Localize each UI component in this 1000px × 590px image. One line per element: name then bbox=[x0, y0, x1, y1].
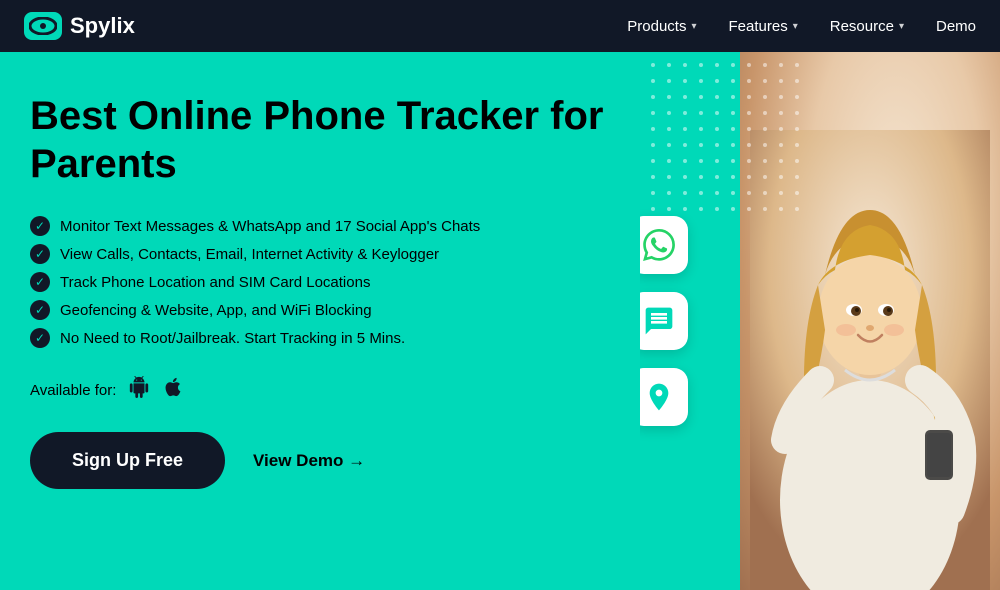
location-icon bbox=[643, 381, 675, 413]
cta-row: Sign Up Free View Demo → bbox=[30, 432, 610, 489]
check-icon: ✓ bbox=[30, 216, 50, 236]
nav-demo[interactable]: Demo bbox=[936, 18, 976, 35]
demo-link[interactable]: View Demo → bbox=[253, 451, 365, 471]
whatsapp-card bbox=[640, 216, 688, 274]
apple-icon bbox=[162, 376, 184, 404]
chevron-down-icon: ▾ bbox=[691, 21, 696, 32]
logo-text: Spylix bbox=[70, 13, 135, 39]
android-icon bbox=[128, 376, 150, 404]
feature-item: ✓ View Calls, Contacts, Email, Internet … bbox=[30, 244, 610, 264]
chevron-down-icon: ▾ bbox=[899, 21, 904, 32]
hero-features-list: ✓ Monitor Text Messages & WhatsApp and 1… bbox=[30, 216, 610, 348]
feature-item: ✓ Geofencing & Website, App, and WiFi Bl… bbox=[30, 300, 610, 320]
navbar: Spylix Products ▾ Features ▾ Resource ▾ … bbox=[0, 0, 1000, 52]
logo-icon bbox=[29, 17, 57, 35]
check-icon: ✓ bbox=[30, 272, 50, 292]
hero-title: Best Online Phone Tracker for Parents bbox=[30, 92, 610, 188]
app-icons-column bbox=[640, 52, 688, 590]
signup-button[interactable]: Sign Up Free bbox=[30, 432, 225, 489]
hero-content: Best Online Phone Tracker for Parents ✓ … bbox=[0, 52, 640, 590]
feature-item: ✓ Track Phone Location and SIM Card Loca… bbox=[30, 272, 610, 292]
location-card bbox=[640, 368, 688, 426]
available-row: Available for: bbox=[30, 376, 610, 404]
feature-item: ✓ No Need to Root/Jailbreak. Start Track… bbox=[30, 328, 610, 348]
message-icon bbox=[643, 305, 675, 337]
whatsapp-icon bbox=[643, 229, 675, 261]
check-icon: ✓ bbox=[30, 244, 50, 264]
check-icon: ✓ bbox=[30, 328, 50, 348]
nav-features[interactable]: Features ▾ bbox=[729, 18, 798, 35]
hero-section: Best Online Phone Tracker for Parents ✓ … bbox=[0, 52, 1000, 590]
feature-item: ✓ Monitor Text Messages & WhatsApp and 1… bbox=[30, 216, 610, 236]
logo[interactable]: Spylix bbox=[24, 12, 135, 40]
hero-right bbox=[640, 52, 1000, 590]
nav-products[interactable]: Products ▾ bbox=[627, 18, 696, 35]
chevron-down-icon: ▾ bbox=[793, 21, 798, 32]
message-card bbox=[640, 292, 688, 350]
nav-links: Products ▾ Features ▾ Resource ▾ Demo bbox=[627, 18, 976, 35]
nav-resource[interactable]: Resource ▾ bbox=[830, 18, 904, 35]
check-icon: ✓ bbox=[30, 300, 50, 320]
